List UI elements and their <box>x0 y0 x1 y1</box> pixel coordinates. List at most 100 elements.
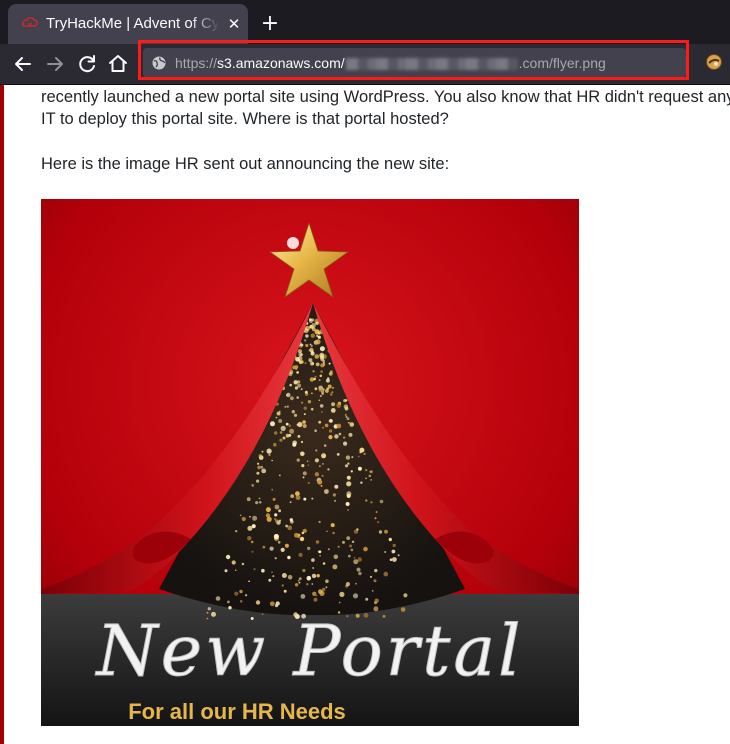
glitter-dot <box>352 593 359 599</box>
glitter-dot <box>319 404 324 408</box>
glitter-dot <box>273 517 277 521</box>
glitter-dot <box>305 343 309 348</box>
glitter-dot <box>350 470 353 473</box>
glitter-dot <box>318 379 321 382</box>
forward-arrow-icon[interactable] <box>43 52 67 76</box>
glitter-dot <box>334 499 336 502</box>
glitter-dot <box>271 488 274 491</box>
glitter-dot <box>319 394 322 398</box>
glitter-dot <box>363 452 366 455</box>
browser-tab[interactable]: TryHackMe | Advent of Cyber ✕ <box>8 4 248 44</box>
glitter-dot <box>321 474 324 477</box>
glitter-dot <box>320 484 323 487</box>
glitter-dot <box>278 474 281 477</box>
extension-icon[interactable] <box>704 52 724 72</box>
glitter-dot <box>241 516 246 522</box>
glitter-dot <box>274 431 278 435</box>
glitter-dot <box>378 530 383 534</box>
glitter-dot <box>323 444 327 447</box>
flyer-title: New Portal <box>95 610 524 692</box>
glitter-dot <box>347 508 350 512</box>
glitter-dot <box>345 455 351 460</box>
glitter-dot <box>296 396 299 399</box>
glitter-dot <box>370 575 372 578</box>
glitter-dot <box>298 581 301 584</box>
glitter-dot <box>384 551 387 553</box>
glitter-dot <box>315 321 319 325</box>
glitter-dot <box>297 421 303 428</box>
glitter-dot <box>331 402 336 407</box>
glitter-dot <box>260 465 264 469</box>
glitter-dot <box>314 472 320 477</box>
glitter-dot <box>346 536 351 540</box>
glitter-dot <box>293 413 298 417</box>
glitter-dot <box>332 531 335 535</box>
glitter-dot <box>345 582 350 587</box>
glitter-dot <box>374 517 377 520</box>
glitter-dot <box>288 424 292 427</box>
close-tab-icon[interactable]: ✕ <box>224 14 244 34</box>
glitter-dot <box>314 354 320 359</box>
glitter-dot <box>309 377 315 382</box>
glitter-dot <box>257 462 260 465</box>
glitter-dot <box>346 493 351 498</box>
glitter-dot <box>365 499 368 502</box>
glitter-dot <box>374 598 379 603</box>
glitter-dot <box>301 464 305 468</box>
glitter-dot <box>258 454 262 458</box>
glitter-dot <box>300 388 303 391</box>
glitter-dot <box>306 575 312 581</box>
glitter-dot <box>302 424 307 428</box>
glitter-dot <box>295 365 299 369</box>
tryhackme-icon <box>22 16 38 27</box>
glitter-dot <box>331 386 335 389</box>
glitter-dot <box>328 435 333 440</box>
glitter-dot <box>290 396 294 401</box>
glitter-dot <box>338 601 341 604</box>
glitter-dot <box>286 405 289 408</box>
glitter-dot <box>224 569 228 573</box>
glitter-dot <box>309 347 314 353</box>
glitter-dot <box>297 579 300 582</box>
glitter-dot <box>384 529 388 534</box>
glitter-dot <box>315 540 320 544</box>
glitter-dot <box>280 425 286 431</box>
glitter-dot <box>255 501 259 505</box>
glitter-dot <box>300 594 306 599</box>
glitter-dot <box>278 419 283 423</box>
glitter-dot <box>356 567 361 572</box>
glitter-dot <box>231 560 236 565</box>
glitter-dot <box>304 339 307 342</box>
glitter-dot <box>388 537 392 542</box>
glitter-dot <box>314 375 317 378</box>
glitter-dot <box>251 484 255 487</box>
glitter-dot <box>306 583 309 586</box>
glitter-dot <box>287 574 293 580</box>
flyer-subtitle: For all our HR Needs <box>128 699 346 724</box>
back-arrow-icon[interactable] <box>11 52 35 76</box>
new-tab-button[interactable]: + <box>258 12 282 36</box>
glitter-dot <box>299 536 305 542</box>
glitter-dot <box>266 448 272 454</box>
reload-icon[interactable] <box>75 52 99 76</box>
glitter-dot <box>327 384 332 389</box>
glitter-dot <box>313 597 318 602</box>
glitter-dot <box>331 391 334 394</box>
glitter-dot <box>262 545 266 549</box>
glitter-dot <box>345 502 350 506</box>
glitter-dot <box>261 450 264 453</box>
glitter-dot <box>346 475 351 480</box>
glitter-dot <box>277 540 281 544</box>
glitter-dot <box>321 462 324 465</box>
glitter-dot <box>365 477 367 480</box>
home-icon[interactable] <box>106 52 130 76</box>
glitter-dot <box>234 569 237 571</box>
glitter-dot <box>287 555 291 560</box>
glitter-dot <box>281 584 284 587</box>
glitter-dot <box>320 370 323 373</box>
glitter-dot <box>271 459 273 462</box>
glitter-dot <box>297 533 301 537</box>
flyer-intro-text: Here is the image HR sent out announcing… <box>41 155 450 173</box>
glitter-dot <box>365 597 369 601</box>
glitter-dot <box>342 540 345 544</box>
